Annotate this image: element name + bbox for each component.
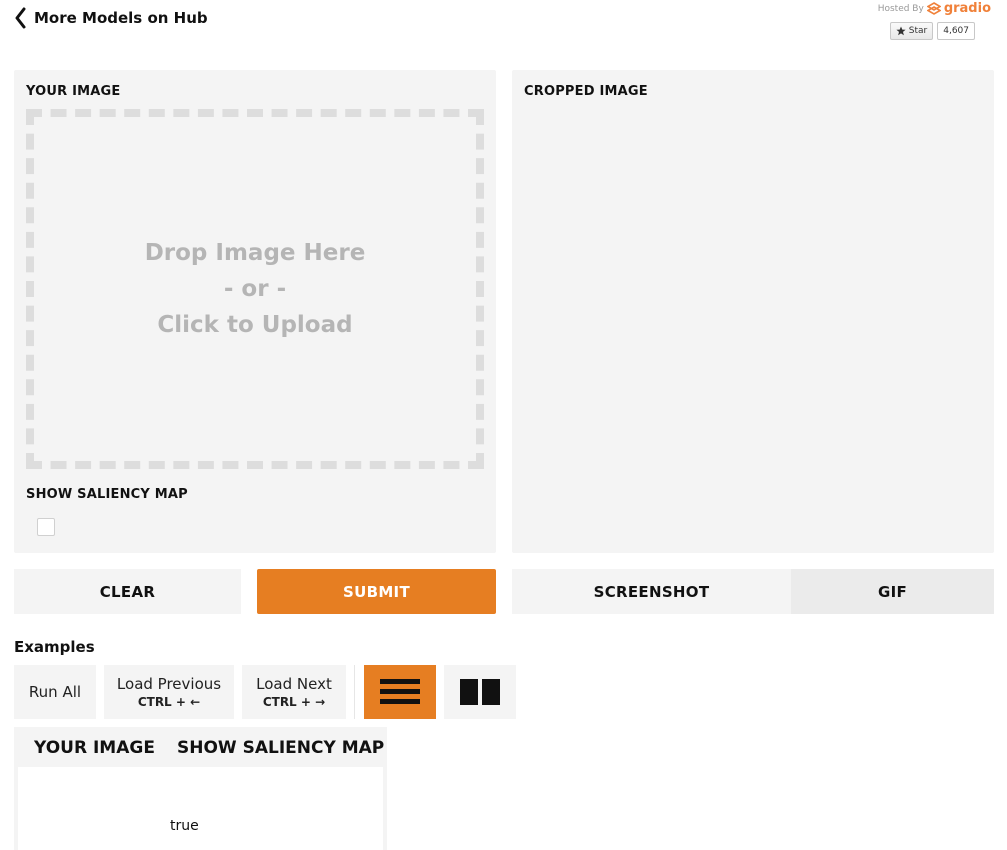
submit-button[interactable]: SUBMIT bbox=[257, 569, 496, 614]
load-next-shortcut: CTRL + → bbox=[262, 695, 326, 709]
output-panel: CROPPED IMAGE bbox=[512, 70, 994, 553]
example-cell-saliency: true bbox=[170, 818, 199, 834]
grid-view-button[interactable] bbox=[444, 665, 516, 719]
run-all-button[interactable]: Run All bbox=[14, 665, 96, 719]
screenshot-button[interactable]: SCREENSHOT bbox=[512, 569, 791, 614]
input-panel: YOUR IMAGE Drop Image Here - or - Click … bbox=[14, 70, 496, 553]
dropzone-line-3: Click to Upload bbox=[157, 312, 353, 338]
table-row[interactable]: true bbox=[18, 767, 383, 850]
gradio-brand-text: gradio bbox=[943, 1, 991, 16]
gif-button[interactable]: GIF bbox=[791, 569, 994, 614]
list-view-button[interactable] bbox=[364, 665, 436, 719]
grid-view-icon bbox=[460, 679, 500, 705]
cropped-image-label: CROPPED IMAGE bbox=[524, 84, 648, 99]
gradio-logo-icon bbox=[926, 1, 941, 15]
saliency-map-label: SHOW SALIENCY MAP bbox=[26, 487, 188, 502]
dropzone-line-2: - or - bbox=[223, 276, 287, 302]
load-previous-label: Load Previous bbox=[116, 675, 222, 693]
load-next-button[interactable]: Load Next CTRL + → bbox=[242, 665, 346, 719]
back-link-label: More Models on Hub bbox=[34, 9, 208, 27]
page-header: More Models on Hub Hosted By gradio Star… bbox=[0, 0, 1007, 60]
dropzone-line-1: Drop Image Here bbox=[144, 240, 366, 266]
image-upload-dropzone[interactable]: Drop Image Here - or - Click to Upload bbox=[26, 109, 484, 469]
examples-divider bbox=[354, 665, 355, 719]
back-to-hub-link[interactable]: More Models on Hub bbox=[14, 6, 208, 30]
run-all-label: Run All bbox=[28, 683, 82, 701]
list-view-icon bbox=[380, 679, 420, 704]
load-previous-button[interactable]: Load Previous CTRL + ← bbox=[104, 665, 234, 719]
examples-header-your-image: YOUR IMAGE bbox=[34, 738, 155, 758]
examples-title: Examples bbox=[14, 638, 95, 656]
github-star-widget: Star 4,607 bbox=[889, 22, 975, 40]
examples-header-saliency: SHOW SALIENCY MAP bbox=[177, 738, 385, 758]
star-label: Star bbox=[908, 26, 928, 36]
examples-table: YOUR IMAGE SHOW SALIENCY MAP true bbox=[14, 727, 387, 850]
load-next-label: Load Next bbox=[256, 675, 332, 693]
clear-button[interactable]: CLEAR bbox=[14, 569, 241, 614]
github-star-button[interactable]: Star bbox=[889, 22, 934, 40]
your-image-label: YOUR IMAGE bbox=[26, 84, 121, 99]
load-previous-shortcut: CTRL + ← bbox=[137, 695, 201, 709]
hosted-by-badge[interactable]: Hosted By gradio bbox=[878, 1, 991, 16]
chevron-left-icon bbox=[15, 7, 26, 29]
star-count[interactable]: 4,607 bbox=[937, 22, 975, 40]
saliency-map-checkbox[interactable] bbox=[37, 518, 55, 536]
hosted-by-text: Hosted By bbox=[877, 3, 924, 14]
star-icon bbox=[896, 26, 906, 36]
